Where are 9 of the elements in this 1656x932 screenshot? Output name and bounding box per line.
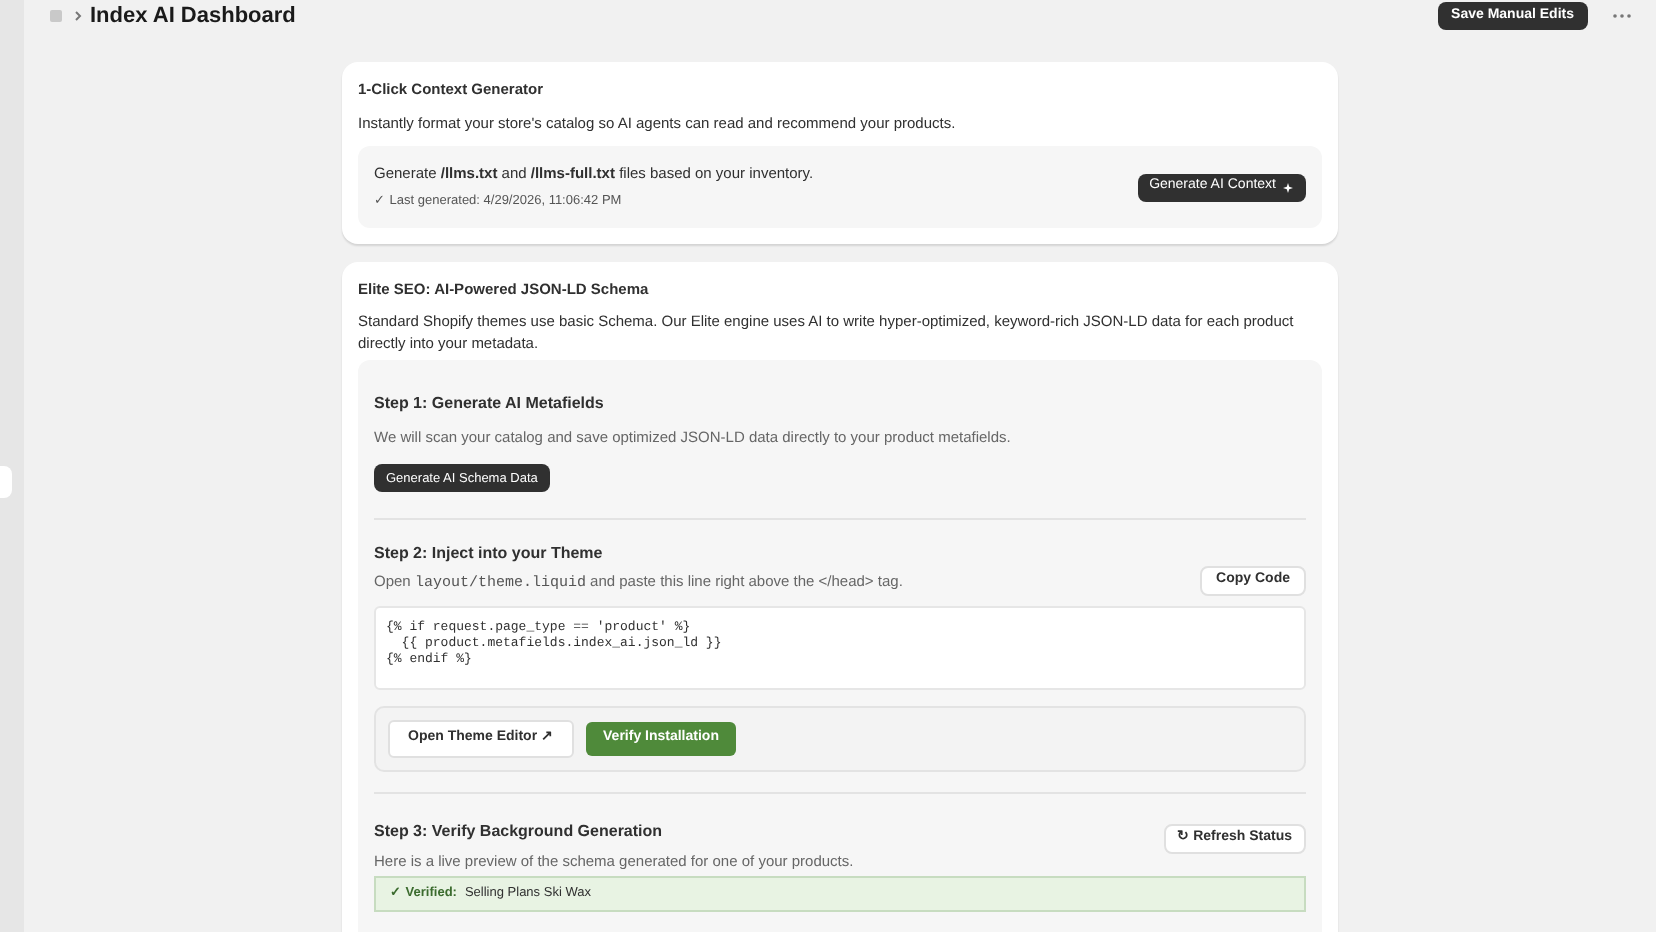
step-title: Step 1: Generate AI Metafields (374, 392, 606, 417)
step-title: Step 2: Inject into your Theme (374, 541, 605, 565)
sparkle-icon (1282, 181, 1294, 193)
more-icon[interactable] (1612, 12, 1632, 21)
page-title: Index AI Dashboard (90, 2, 296, 32)
sidebar-handle[interactable] (0, 466, 12, 498)
page-icon (48, 8, 64, 25)
chevron-icon (72, 10, 84, 23)
step-title: Step 3: Verify Background Generation (374, 819, 665, 844)
